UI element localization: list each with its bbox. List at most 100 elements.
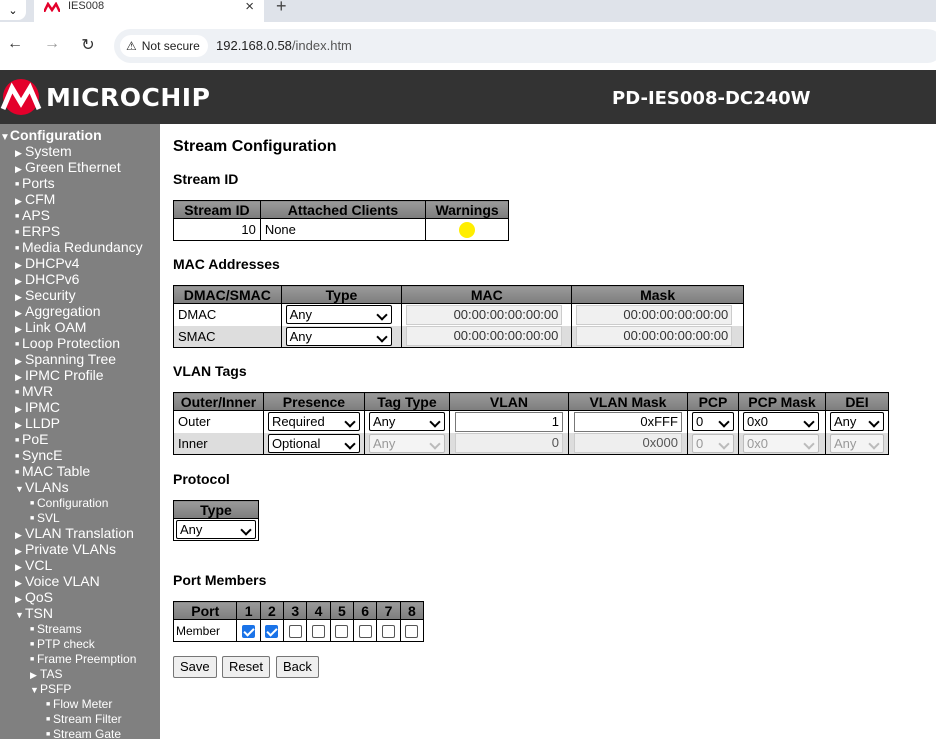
back-arrow-icon[interactable]: ← [5,35,25,53]
dmac-mac-input[interactable]: 00:00:00:00:00:00 [406,304,563,325]
port-member-checkbox[interactable] [288,625,302,639]
app-header: MICROCHIP PD-IES008-DC240W [0,70,936,124]
outer-presence-select[interactable]: Required [267,412,360,432]
port-number-header: 5 [329,601,355,620]
inner-tag-type-select[interactable]: Any [368,433,445,453]
sidebar-item-label: VLANs [25,479,69,495]
sidebar-item-label: DHCPv4 [25,255,80,271]
forward-arrow-icon[interactable]: → [42,35,62,53]
sidebar-item-label: VLAN Translation [25,525,134,541]
sidebar-root-configuration[interactable]: ▼Configuration [0,127,102,143]
sidebar-item-label: Frame Preemption [37,652,137,666]
dmac-mask-input[interactable]: 00:00:00:00:00:00 [576,304,733,325]
browser-toolbar: ← → ↻ ⚠ Not secure 192.168.0.58/index.ht… [0,22,936,70]
reset-button[interactable]: Reset [222,656,270,678]
main-content: Stream Configuration Stream ID Stream ID… [172,124,933,739]
col-header: Type [280,285,403,304]
protocol-type-select[interactable]: Any [176,520,256,539]
mac-addresses-heading: MAC Addresses [173,256,280,272]
outer-vlan-mask-input[interactable]: 0xFFF [573,411,682,432]
port-number-header: 1 [236,601,261,620]
col-header: PCP [686,392,739,411]
col-header: Stream ID [173,200,261,219]
tab-search-button[interactable]: ⌄ [0,0,26,20]
port-member-checkbox[interactable] [312,625,326,639]
browser-tab[interactable]: IES008 × [34,0,264,22]
sidebar-item-label: Link OAM [25,319,87,335]
col-header: Type [173,500,259,519]
port-number-header: 2 [259,601,285,620]
caret-down-icon: ▼ [15,484,24,494]
outer-pcp-select[interactable]: 0 [691,412,734,432]
sidebar-item-label: MAC Table [22,463,91,479]
table-row-outer: Outer Required Any 1 0xFFF 0 0x0 Any [173,410,890,433]
new-tab-button[interactable]: + [276,0,287,17]
inner-pcp-mask-select[interactable]: 0x0 [742,433,819,453]
sidebar-item-label: TSN [25,605,53,621]
row-label: Outer [173,410,264,433]
port-member-checkbox[interactable] [242,625,256,639]
protocol-heading: Protocol [173,471,230,487]
col-header: Outer/Inner [173,392,264,411]
dmac-type-select[interactable]: Any [285,305,392,325]
smac-type-select[interactable]: Any [285,326,392,346]
save-button[interactable]: Save [173,656,217,678]
sidebar-root-label: Configuration [9,127,102,143]
col-header: Tag Type [363,392,450,411]
inner-dei-select[interactable]: Any [829,433,884,453]
page-title: Stream Configuration [173,138,337,155]
stream-id-heading: Stream ID [173,171,239,187]
stream-id-table: Stream ID Attached Clients Warnings 10 N… [173,200,509,241]
table-row-inner: Inner Optional Any 0 0x000 0 0x0 Any [173,432,890,455]
security-chip[interactable]: ⚠ Not secure [120,35,208,57]
inner-vlan-mask-input[interactable]: 0x000 [573,433,682,454]
sidebar-item-label: Configuration [37,496,109,510]
sidebar-item-label: Security [25,287,76,303]
port-members-heading: Port Members [173,572,267,588]
port-member-checkbox[interactable] [405,625,419,639]
sidebar-item-label: Media Redundancy [22,239,143,255]
back-button[interactable]: Back [276,656,319,678]
inner-vlan-input[interactable]: 0 [454,433,563,454]
url-text[interactable]: 192.168.0.58/index.htm [216,38,352,53]
port-number-header: 8 [399,601,425,620]
sidebar-item-label: Flow Meter [53,697,113,711]
device-model: PD-IES008-DC240W [612,88,811,109]
sidebar-item[interactable]: ■ Stream Gate [46,726,121,739]
reload-icon[interactable]: ↻ [78,35,98,55]
address-bar[interactable]: ⚠ Not secure 192.168.0.58/index.htm [114,29,936,63]
microchip-favicon-icon [44,2,60,12]
sidebar-item-label: MVR [22,383,54,399]
outer-tag-type-select[interactable]: Any [368,412,445,432]
outer-dei-select[interactable]: Any [829,412,884,432]
smac-mask-input[interactable]: 00:00:00:00:00:00 [576,326,733,347]
outer-vlan-input[interactable]: 1 [454,411,563,432]
caret-down-icon: ▼ [15,610,24,620]
vlan-tags-table: Outer/Inner Presence Tag Type VLAN VLAN … [173,392,890,455]
sidebar-item-label: LLDP [25,415,61,431]
smac-mac-input[interactable]: 00:00:00:00:00:00 [406,326,563,347]
close-icon[interactable]: × [245,0,254,15]
microchip-logo: MICROCHIP [0,79,210,115]
sidebar-item-label: Loop Protection [22,335,121,351]
port-members-table: Port 1 2 3 4 5 6 7 8 Member [172,601,425,642]
vlan-tags-heading: VLAN Tags [173,363,247,379]
sidebar-item-label: Stream Gate [53,727,122,739]
inner-presence-select[interactable]: Optional [267,433,360,453]
port-member-checkbox[interactable] [265,625,279,639]
outer-pcp-mask-select[interactable]: 0x0 [742,412,819,432]
port-member-checkbox[interactable] [358,625,372,639]
port-member-checkbox[interactable] [382,625,396,639]
row-label: Inner [173,432,264,455]
row-label: SMAC [173,325,282,348]
table-row-dmac: DMAC Any 00:00:00:00:00:00 00:00:00:00:0… [173,303,744,326]
sidebar-item-label: CFM [25,191,56,207]
warnings-cell [425,218,509,241]
sidebar-item-label: Ports [22,175,55,191]
port-number-header: 4 [306,601,331,620]
col-header: Mask [571,285,744,304]
inner-pcp-select[interactable]: 0 [691,433,734,453]
row-label: Member [172,619,238,642]
port-member-checkbox[interactable] [335,625,349,639]
protocol-table: Type Any [173,500,259,541]
